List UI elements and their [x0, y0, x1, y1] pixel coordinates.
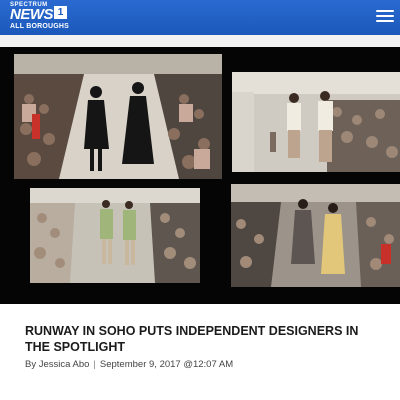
menu-line — [376, 10, 394, 12]
header-divider — [0, 35, 400, 47]
menu-line — [376, 15, 394, 17]
hamburger-menu-icon[interactable] — [376, 9, 394, 23]
site-header: SPECTRUM NEWS 1 ALL BOROUGHS — [0, 0, 400, 35]
runway-photo-1 — [14, 54, 222, 179]
runway-photo-4 — [231, 184, 400, 287]
article-byline: By Jessica Abo | September 9, 2017 @12:07 … — [25, 359, 233, 370]
article-author[interactable]: By Jessica Abo — [25, 359, 89, 370]
logo-channel-number: 1 — [54, 6, 67, 19]
menu-line — [376, 20, 394, 22]
article-hero-image[interactable] — [0, 47, 400, 304]
runway-photo-3 — [30, 188, 200, 283]
runway-photo-2 — [232, 72, 400, 172]
byline-separator: | — [93, 359, 96, 370]
logo-brand-name: NEWS — [10, 6, 54, 23]
article-date: September 9, 2017 @12:07 AM — [99, 359, 234, 370]
region-selector[interactable]: ALL BOROUGHS — [10, 23, 69, 30]
article-headline[interactable]: RUNWAY IN SOHO PUTS INDEPENDENT DESIGNER… — [25, 323, 385, 355]
